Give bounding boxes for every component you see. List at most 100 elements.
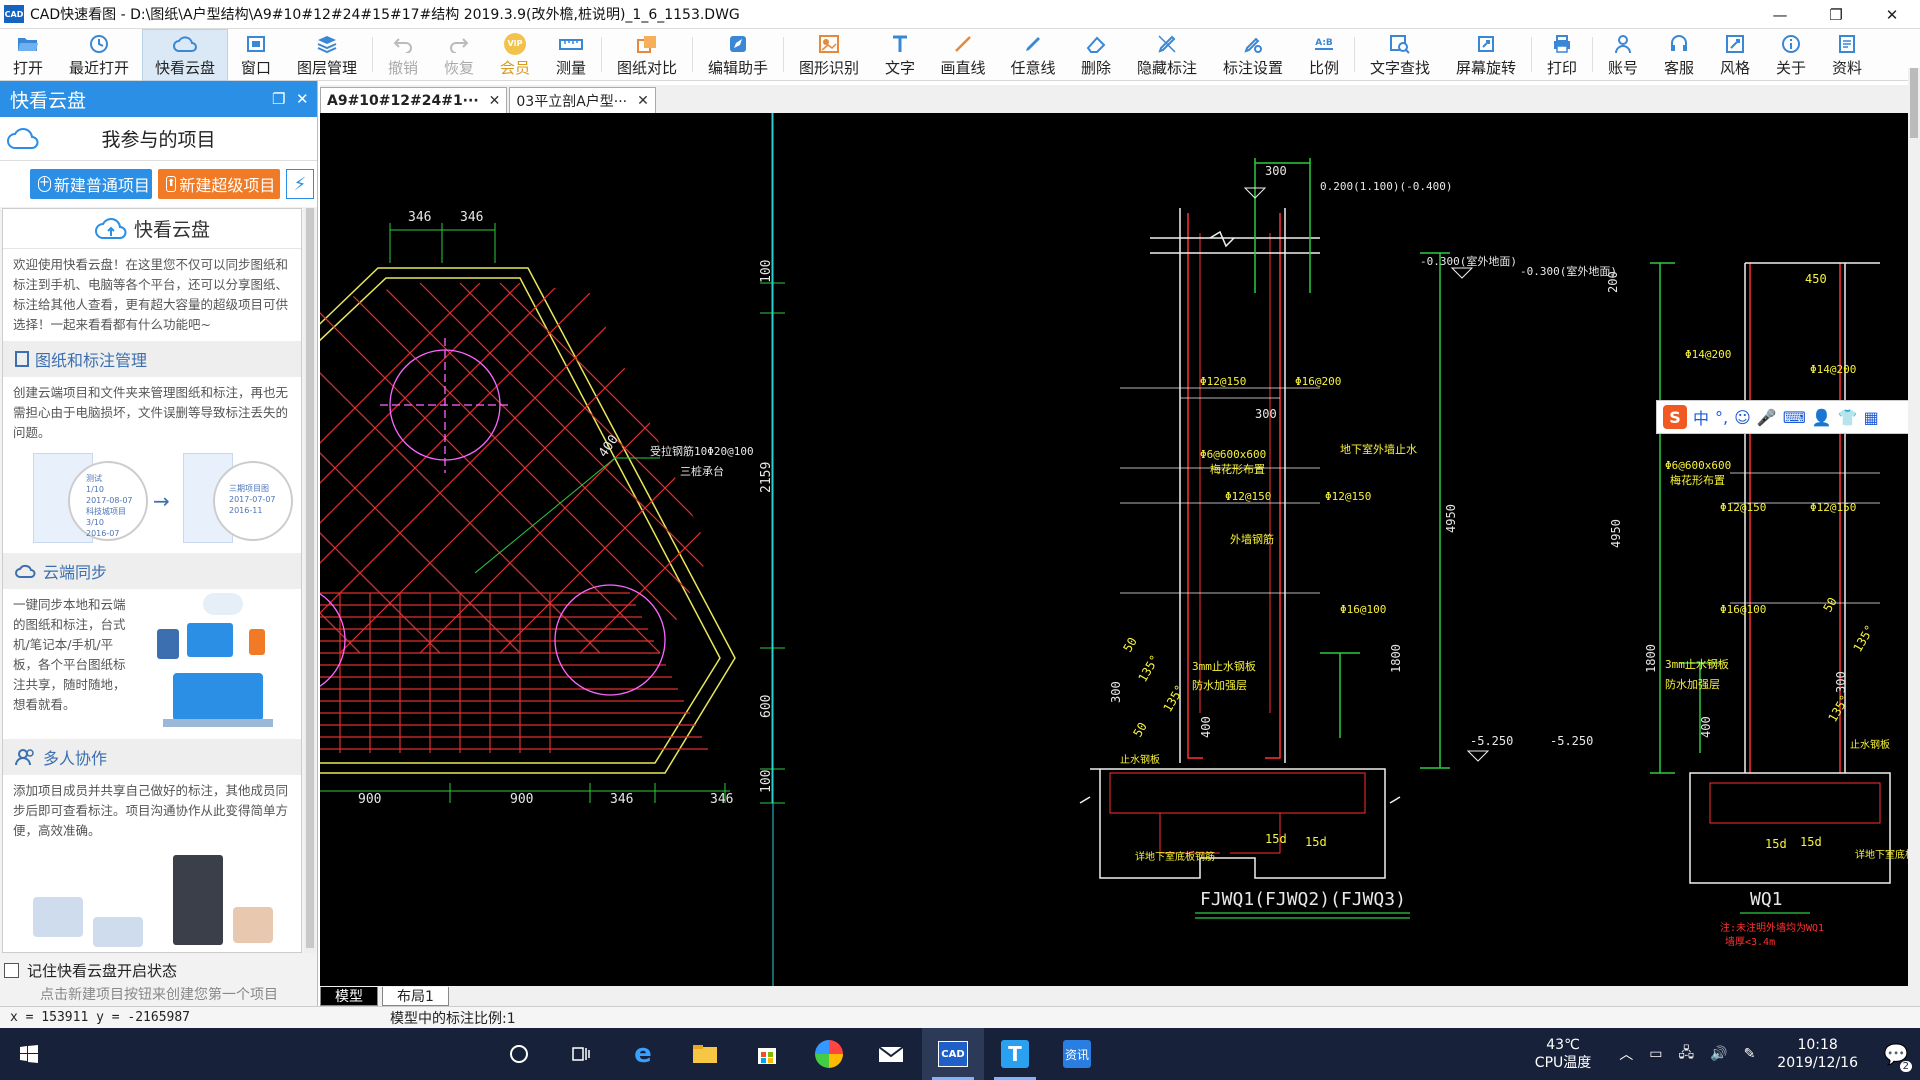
new-super-project-button[interactable]: ⬆ 新建超级项目: [158, 169, 280, 199]
cloud-panel-scrollbar[interactable]: [304, 208, 316, 953]
toolbar-vip-button[interactable]: VIP 会员: [487, 29, 543, 81]
svg-text:Φ16@200: Φ16@200: [1295, 375, 1341, 388]
svg-text:Φ12@150: Φ12@150: [1225, 490, 1271, 503]
volume-icon[interactable]: 🔊: [1710, 1046, 1727, 1062]
tab-drawing-2[interactable]: 03平立剖A户型··· ✕: [509, 87, 656, 113]
dimension-lines: [320, 223, 785, 804]
browser-360-icon[interactable]: [798, 1028, 860, 1080]
network-icon[interactable]: 🖧: [1679, 1042, 1695, 1066]
pen-workspace-icon[interactable]: ✎: [1744, 1046, 1756, 1062]
svg-text:-5.250: -5.250: [1470, 734, 1513, 748]
news-app-icon[interactable]: 资讯: [1046, 1028, 1108, 1080]
toolbar-account-button[interactable]: 账号: [1595, 29, 1651, 81]
skin-icon[interactable]: 👕: [1838, 408, 1858, 427]
layout-tabs: 模型 布局1: [320, 986, 1920, 1006]
close-tab-icon[interactable]: ✕: [489, 93, 501, 109]
clock[interactable]: 10:18 2019/12/16: [1777, 1036, 1858, 1072]
keyboard-icon[interactable]: ⌨: [1783, 408, 1806, 427]
cloud-panel-header: 快看云盘 ❐ ✕: [0, 81, 317, 117]
tab-drawing-1[interactable]: A9#10#12#24#1··· ✕: [320, 87, 508, 113]
toolbar-compare-button[interactable]: 图纸对比: [604, 29, 690, 81]
cloud-sync-illustration: [143, 589, 293, 739]
user-center-icon[interactable]: 👤: [1812, 408, 1832, 427]
svg-text:1800: 1800: [1389, 644, 1403, 673]
toolbar-edit-assistant-button[interactable]: 编辑助手: [695, 29, 781, 81]
dim-346b: 346: [460, 210, 483, 225]
svg-text:止水钢板: 止水钢板: [1120, 753, 1160, 766]
ime-mode-label[interactable]: 中: [1693, 405, 1709, 429]
section-drawing-management-text: 创建云端项目和文件夹来管理图纸和标注，再也无需担心由于电脑损坏，文件误删等导致标…: [13, 385, 289, 440]
toolbar-service-button[interactable]: 客服: [1651, 29, 1707, 81]
mail-icon[interactable]: [860, 1028, 922, 1080]
toolbar-scale-button[interactable]: A:B 比例: [1296, 29, 1352, 81]
toolbar-layers-button[interactable]: 图层管理: [284, 29, 370, 81]
toolbar-style-button[interactable]: 风格: [1707, 29, 1763, 81]
toolbar-redo-button[interactable]: 恢复: [431, 29, 487, 81]
emoji-icon[interactable]: ☺: [1734, 408, 1751, 427]
section-drawing-management: 图纸和标注管理: [3, 341, 301, 377]
wall-section-wq1-text: 200 450 Φ14@200 Φ14@200 Φ6@600x600 梅花形布置…: [1606, 271, 1908, 948]
toolbar-freeline-button[interactable]: 任意线: [998, 29, 1068, 81]
tab-layout1[interactable]: 布局1: [382, 986, 449, 1006]
close-tab-icon[interactable]: ✕: [637, 93, 649, 109]
toolbar-text-button[interactable]: 文字: [872, 29, 928, 81]
toolbar-cloud-button[interactable]: 快看云盘: [142, 29, 228, 81]
cloud-outline-icon: [7, 127, 39, 149]
ime-toolbar[interactable]: S 中 °, ☺ 🎤 ⌨ 👤 👕 ▦: [1656, 400, 1916, 434]
notification-center-icon[interactable]: 💬 2: [1872, 1028, 1920, 1080]
start-button[interactable]: [0, 1028, 58, 1080]
remember-state-checkbox[interactable]: 记住快看云盘开启状态: [4, 960, 177, 981]
new-normal-project-button[interactable]: + 新建普通项目: [30, 169, 152, 199]
toolbar-recognize-button[interactable]: 图形识别: [786, 29, 872, 81]
ime-punct-label[interactable]: °,: [1715, 408, 1728, 427]
toolbar-open-button[interactable]: 打开: [0, 29, 56, 81]
svg-text:梅花形布置: 梅花形布置: [1670, 473, 1725, 487]
toolbar-hide-mark-button[interactable]: 隐藏标注: [1124, 29, 1210, 81]
toolbar-window-button[interactable]: 窗口: [228, 29, 284, 81]
task-view-icon[interactable]: [550, 1028, 612, 1080]
tab-model[interactable]: 模型: [320, 986, 378, 1006]
users-icon: [15, 749, 34, 766]
toolbar-print-button[interactable]: 打印: [1534, 29, 1590, 81]
close-panel-icon[interactable]: ✕: [296, 90, 309, 108]
cad-canvas[interactable]: 346 346 900 900 346 346 受拉钢筋10Φ20@100 三桩…: [320, 113, 1908, 986]
cpu-temp[interactable]: 43℃ CPU温度: [1535, 1036, 1591, 1072]
text-app-icon[interactable]: T: [984, 1028, 1046, 1080]
cloud-panel: 快看云盘 ❐ ✕ 我参与的项目 + 新建普通项目 ⬆ 新建超级项目 ⚡ 快看云盘…: [0, 81, 318, 1009]
system-tray: 43℃ CPU温度 ︿ ▭ 🖧 🔊 ✎ 10:18 2019/12/16 💬 2: [1535, 1028, 1920, 1080]
cad-viewer-icon[interactable]: CAD: [922, 1028, 984, 1080]
create-project-hint: 点击新建项目按钮来创建您第一个项目: [40, 987, 278, 1003]
restore-button[interactable]: ❐: [1808, 0, 1864, 29]
toolbar-docs-button[interactable]: 资料: [1819, 29, 1875, 81]
minimize-button[interactable]: —: [1752, 0, 1808, 29]
toolbar-about-button[interactable]: 关于: [1763, 29, 1819, 81]
toolbar-measure-button[interactable]: 测量: [543, 29, 599, 81]
toolbar-text-search-button[interactable]: 文字查找: [1357, 29, 1443, 81]
toolbox-icon[interactable]: ▦: [1864, 408, 1879, 427]
toolbar-delete-button[interactable]: 删除: [1068, 29, 1124, 81]
cortana-icon[interactable]: [488, 1028, 550, 1080]
toolbar-line-button[interactable]: 画直线: [928, 29, 998, 81]
canvas-scrollbar[interactable]: [1908, 68, 1920, 988]
float-panel-icon[interactable]: ❐: [272, 90, 285, 108]
viewport-divider: [771, 113, 774, 986]
chevron-up-icon[interactable]: ︿: [1619, 1044, 1633, 1064]
main-toolbar: 打开 最近打开 快看云盘 窗口 图层管理 撤销 恢复 VIP 会员 测量 图纸对…: [0, 29, 1920, 81]
toolbar-mark-settings-button[interactable]: 标注设置: [1210, 29, 1296, 81]
toolbar-rotate-button[interactable]: 屏幕旋转: [1443, 29, 1529, 81]
toolbar-recent-button[interactable]: 最近打开: [56, 29, 142, 81]
toolbar-undo-button[interactable]: 撤销: [375, 29, 431, 81]
file-explorer-icon[interactable]: [674, 1028, 736, 1080]
svg-text:Φ12@150: Φ12@150: [1200, 375, 1246, 388]
battery-icon[interactable]: ▭: [1649, 1046, 1662, 1062]
docs-icon: [1835, 33, 1859, 55]
edge-icon[interactable]: e: [612, 1028, 674, 1080]
svg-text:400: 400: [1699, 716, 1713, 738]
sync-icon[interactable]: ⚡: [286, 169, 314, 199]
store-icon[interactable]: [736, 1028, 798, 1080]
svg-text:注:未注明外墙均为WQ1: 注:未注明外墙均为WQ1: [1720, 921, 1824, 934]
microphone-icon[interactable]: 🎤: [1757, 408, 1777, 427]
svg-text:50: 50: [1820, 595, 1839, 615]
close-button[interactable]: ✕: [1864, 0, 1920, 29]
annotation-scale: 模型中的标注比例:1: [390, 1010, 516, 1027]
